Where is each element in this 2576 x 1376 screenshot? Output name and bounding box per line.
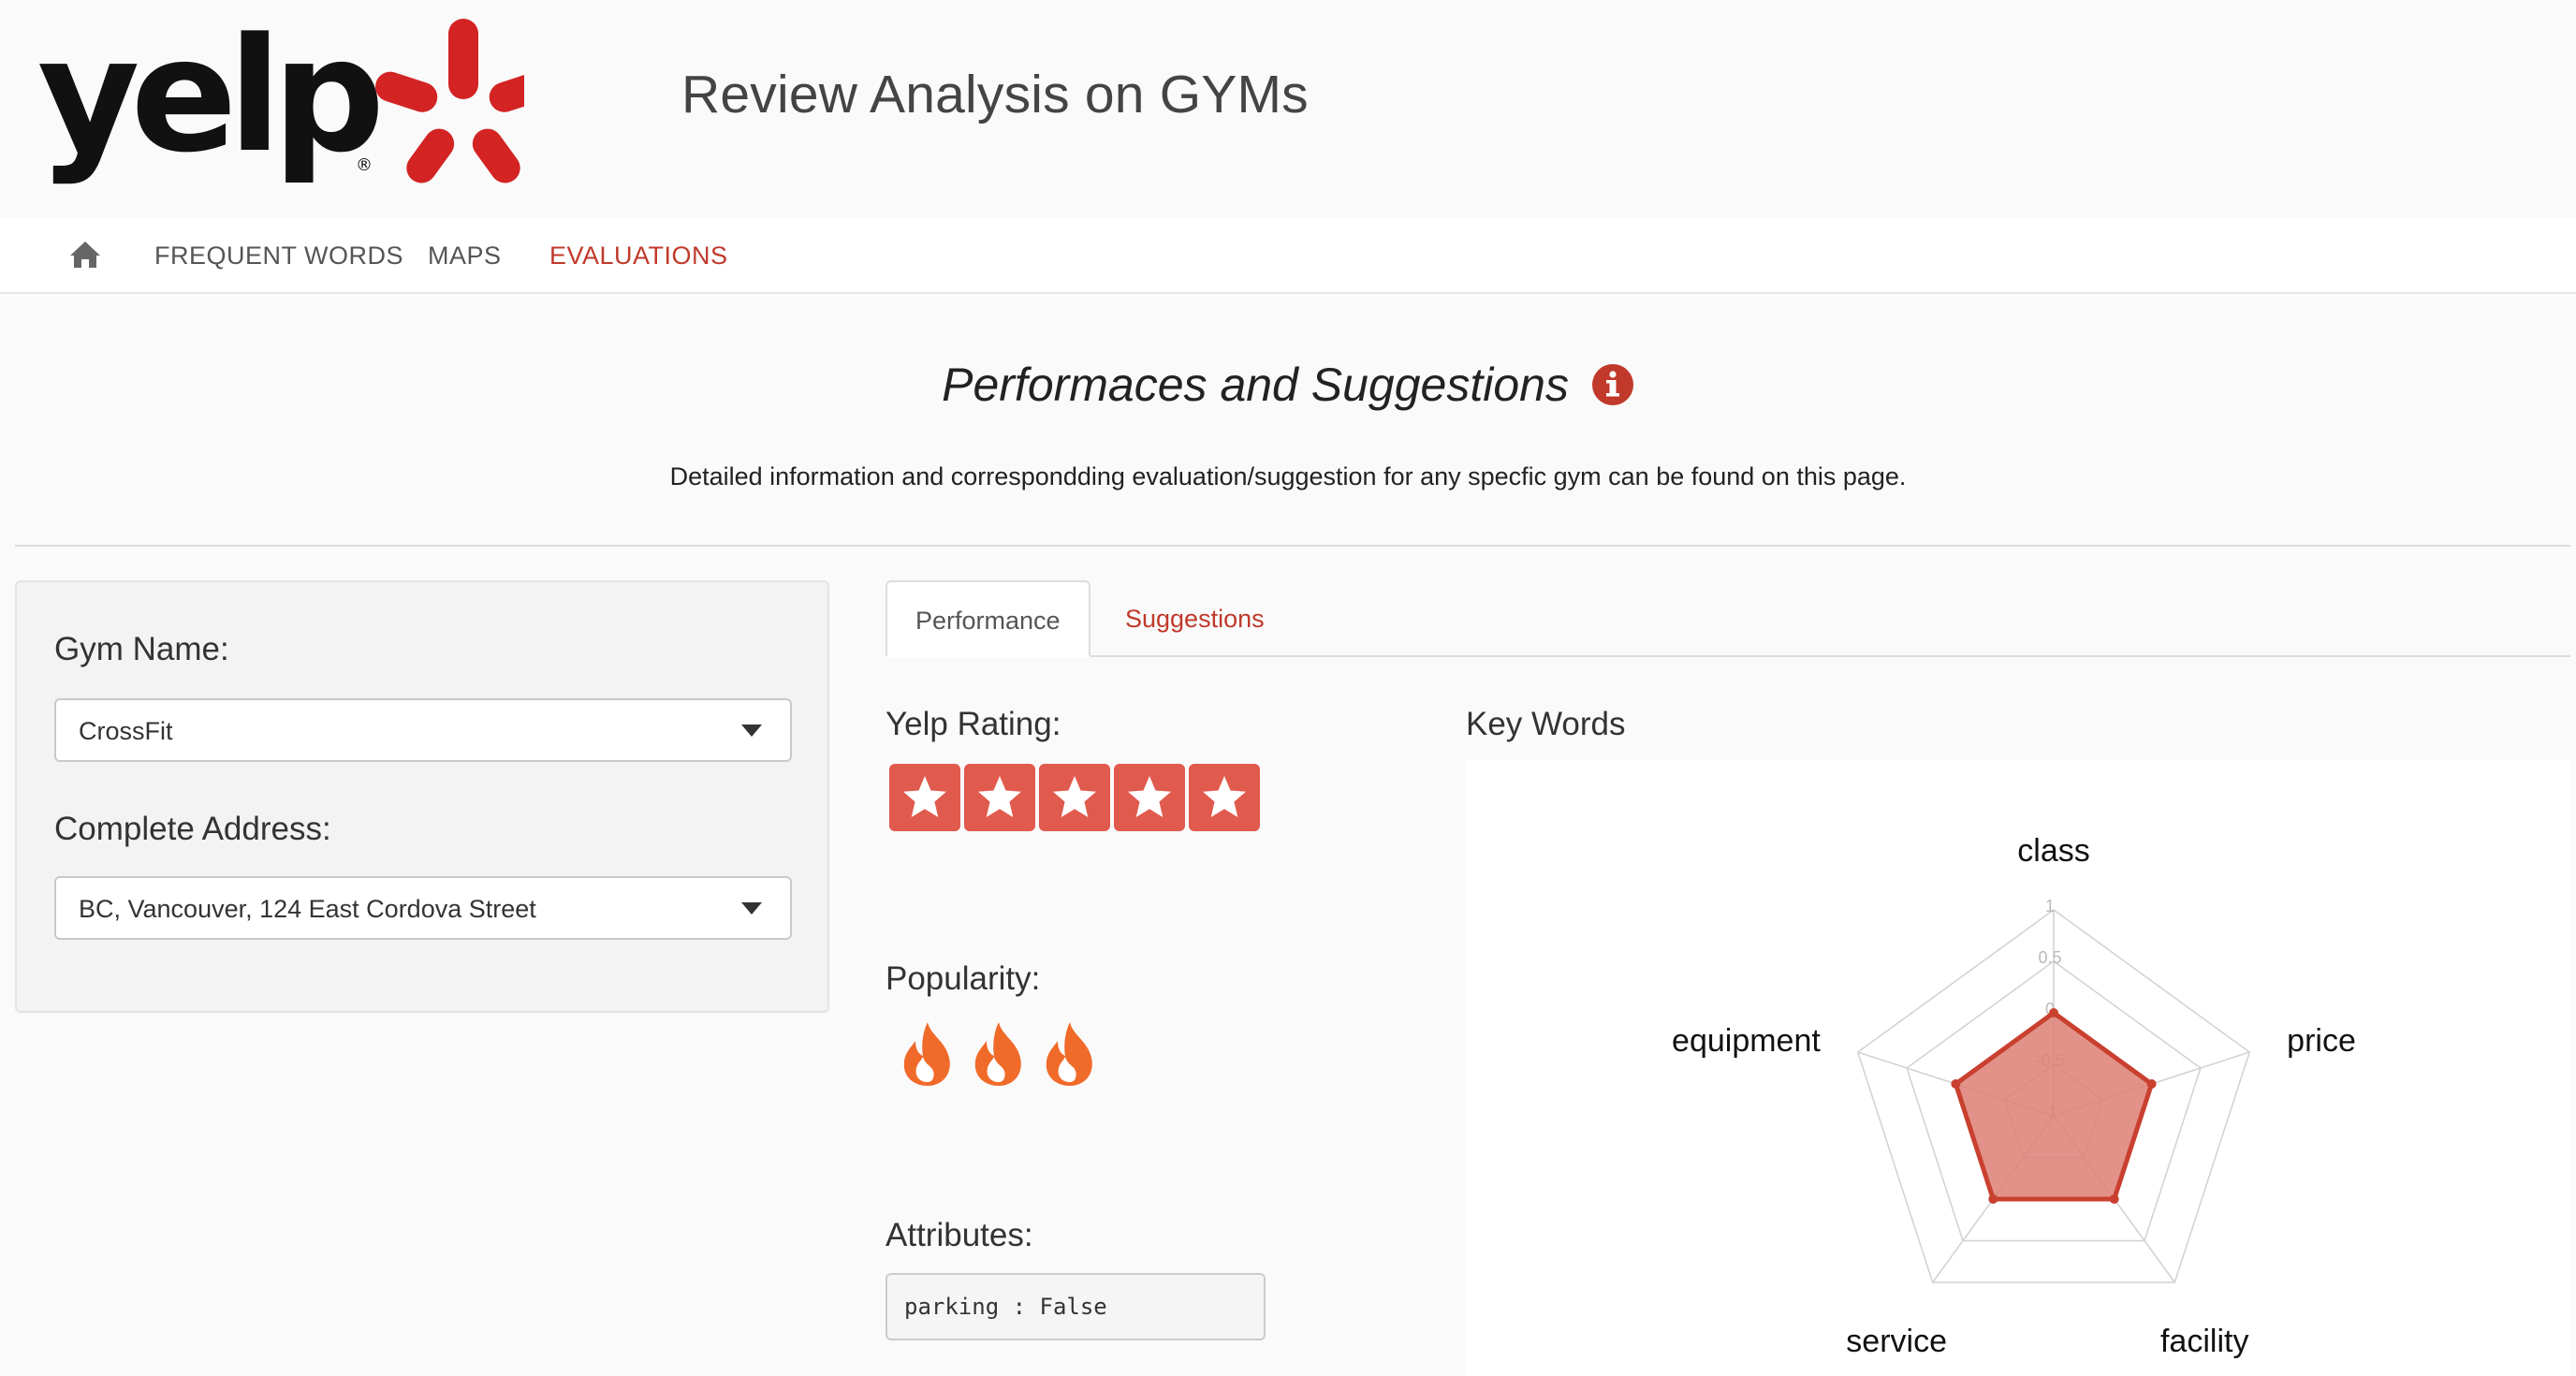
radar-tick-label: 0.5 — [2038, 948, 2061, 967]
popularity-flames — [897, 1020, 1121, 1090]
main-nav: FREQUENT WORDS MAPS EVALUATIONS — [0, 217, 2576, 294]
radar-axis-label-service: service — [1846, 1324, 1947, 1359]
radar-point — [2109, 1193, 2119, 1204]
divider — [15, 545, 2570, 547]
page-title-text: Performaces and Suggestions — [942, 358, 1569, 411]
star-icon — [1039, 764, 1110, 831]
star-icon — [1189, 764, 1260, 831]
yelp-logo: yelp ® — [37, 9, 524, 187]
info-circle-icon[interactable] — [1591, 363, 1634, 406]
fire-icon — [903, 1022, 950, 1086]
radar-point — [1951, 1079, 1961, 1090]
fire-icon — [974, 1022, 1021, 1086]
chevron-down-icon — [741, 725, 762, 737]
nav-frequent-words[interactable]: FREQUENT WORDS — [154, 242, 403, 271]
tab-bar: Performance Suggestions — [886, 580, 2570, 657]
radar-axis-label-equipment: equipment — [1672, 1023, 1821, 1059]
star-icon — [1114, 764, 1185, 831]
gym-name-label: Gym Name: — [54, 631, 229, 667]
address-label: Complete Address: — [54, 811, 331, 847]
tab-suggestions[interactable]: Suggestions — [1097, 580, 1293, 657]
nav-evaluations[interactable]: EVALUATIONS — [549, 242, 728, 271]
address-select[interactable]: BC, Vancouver, 124 East Cordova Street — [54, 876, 792, 940]
chevron-down-icon — [741, 902, 762, 915]
popularity-label: Popularity: — [886, 960, 1041, 997]
radar-axis-label-facility: facility — [2160, 1324, 2248, 1359]
radar-axis-label-price: price — [2287, 1023, 2356, 1059]
nav-maps[interactable]: MAPS — [428, 242, 502, 271]
home-icon[interactable] — [69, 240, 101, 270]
address-value: BC, Vancouver, 124 East Cordova Street — [79, 895, 536, 923]
radar-point — [1988, 1193, 1998, 1204]
radar-point — [2049, 1008, 2058, 1017]
star-rating — [889, 764, 1260, 831]
radar-point — [2146, 1079, 2157, 1090]
page-title: Performaces and Suggestions — [0, 354, 2576, 412]
svg-text:®: ® — [356, 155, 373, 175]
radar-tick-label: 1 — [2045, 897, 2055, 915]
gym-name-select[interactable]: CrossFit — [54, 698, 792, 762]
filter-panel: Gym Name: CrossFit Complete Address: BC,… — [15, 580, 829, 1013]
key-words-radar: 10.50-0.5-1classpricefacilityserviceequi… — [1466, 760, 2570, 1376]
key-words-label: Key Words — [1466, 706, 1626, 742]
tab-performance[interactable]: Performance — [886, 580, 1090, 657]
radar-chart: 10.50-0.5-1classpricefacilityserviceequi… — [1672, 833, 2356, 1359]
star-icon — [964, 764, 1035, 831]
star-icon — [889, 764, 960, 831]
attributes-label: Attributes: — [886, 1217, 1033, 1253]
fire-icon — [1046, 1022, 1092, 1086]
svg-text:yelp: yelp — [37, 9, 378, 187]
gym-name-value: CrossFit — [79, 717, 173, 745]
app-title: Review Analysis on GYMs — [681, 65, 1309, 124]
radar-axis-label-class: class — [2017, 833, 2089, 869]
yelp-rating-label: Yelp Rating: — [886, 706, 1061, 742]
attributes-box: parking : False — [886, 1273, 1266, 1340]
app-header: yelp ® Review Analysis on GYMs — [0, 0, 2576, 217]
radar-series-area — [1953, 1010, 2155, 1202]
page-description: Detailed information and correspondding … — [669, 462, 1907, 490]
